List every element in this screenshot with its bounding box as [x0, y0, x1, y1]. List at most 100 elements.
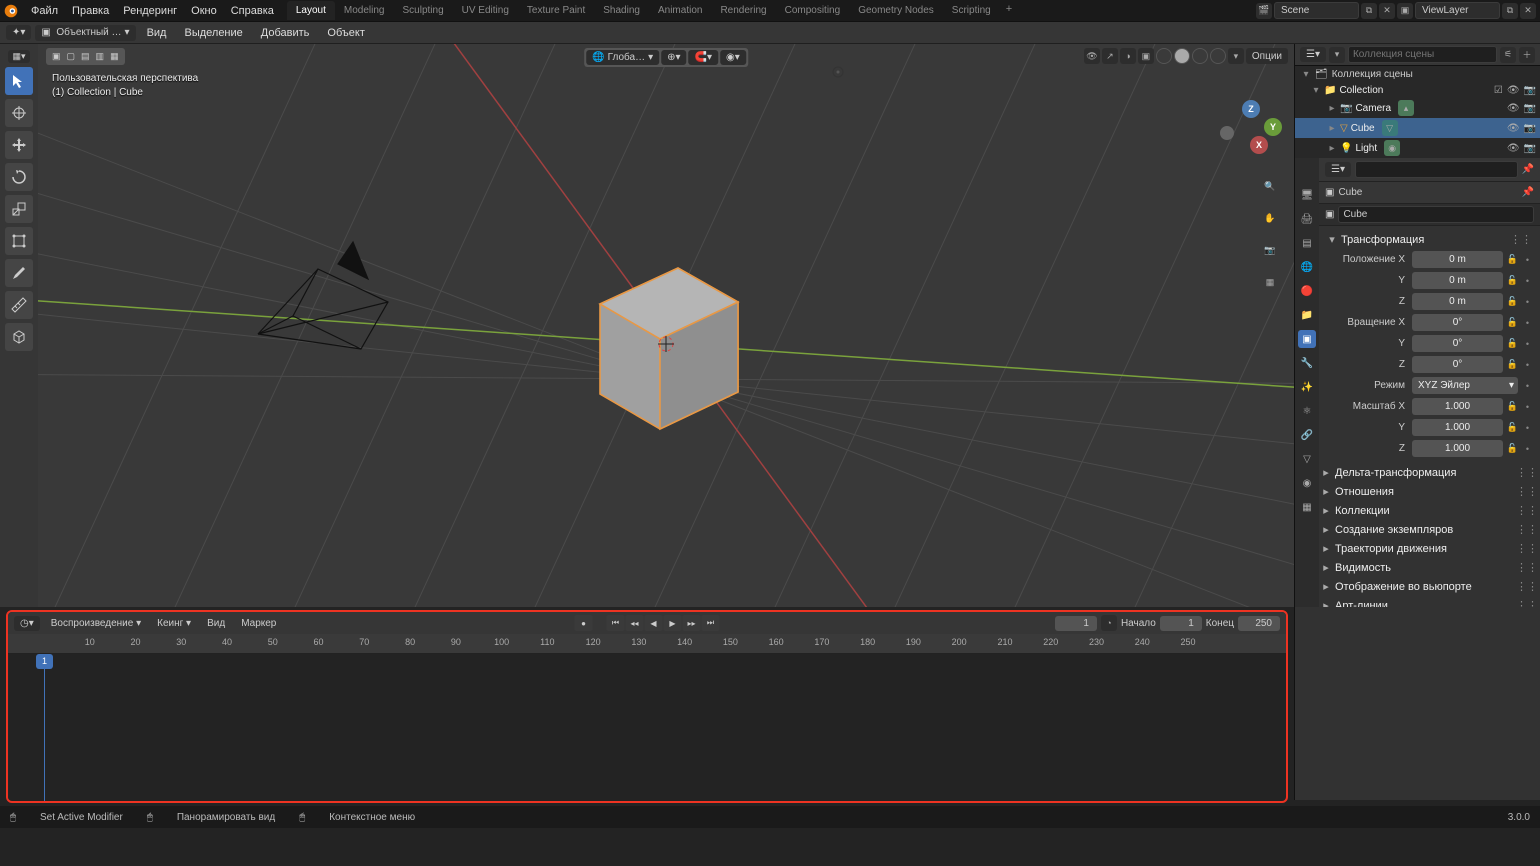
playhead[interactable]: 1 — [44, 654, 45, 801]
next-key-button[interactable]: ▸▸ — [683, 615, 701, 631]
collection-row[interactable]: ▾📁 Collection ☑👁📷 — [1295, 83, 1540, 98]
section-instancing[interactable]: ▸Создание экземпляров⋮⋮ — [1319, 520, 1540, 539]
tl-playback[interactable]: Воспроизведение ▾ — [46, 616, 146, 631]
ptab-scene[interactable]: 🌐 — [1298, 258, 1316, 276]
ptab-particle[interactable]: ✨ — [1298, 378, 1316, 396]
section-visibility[interactable]: ▸Видимость⋮⋮ — [1319, 558, 1540, 577]
viewlayer-new-icon[interactable]: ⧉ — [1502, 3, 1518, 19]
section-collections[interactable]: ▸Коллекции⋮⋮ — [1319, 501, 1540, 520]
menu-file[interactable]: Файл — [24, 2, 65, 20]
ptab-world[interactable]: 🔴 — [1298, 282, 1316, 300]
axis-x-icon[interactable]: X — [1250, 136, 1268, 154]
jump-end-button[interactable]: ⏭ — [702, 615, 720, 631]
section-delta[interactable]: ▸Дельта-трансформация⋮⋮ — [1319, 463, 1540, 482]
menu-render[interactable]: Рендеринг — [116, 2, 184, 20]
hdr-select[interactable]: Выделение — [177, 24, 249, 42]
scene-name-field[interactable]: Scene — [1274, 2, 1359, 19]
lock-icon[interactable]: 🔓 — [1506, 253, 1519, 266]
props-type-dropdown[interactable]: ☰▾ — [1325, 162, 1351, 177]
tl-view[interactable]: Вид — [202, 616, 230, 631]
light-data-icon[interactable]: ◉ — [1384, 140, 1400, 156]
mode-dropdown[interactable]: ▣Объектный … ▾ — [35, 25, 135, 41]
ptab-collection[interactable]: 📁 — [1298, 306, 1316, 324]
ptab-output[interactable]: 🖨 — [1298, 210, 1316, 228]
hdr-view[interactable]: Вид — [140, 24, 174, 42]
tl-keying[interactable]: Кеинг ▾ — [152, 616, 196, 631]
options-dropdown[interactable]: Опции — [1246, 48, 1288, 64]
menu-help[interactable]: Справка — [224, 2, 281, 20]
select-sub-icon[interactable]: ▤ — [81, 51, 90, 62]
section-motion[interactable]: ▸Траектории движения⋮⋮ — [1319, 539, 1540, 558]
new-collection-icon[interactable]: ＋ — [1519, 47, 1535, 63]
shade-dropdown-icon[interactable]: ▾ — [1228, 48, 1244, 64]
gizmo-toggle-icon[interactable]: ↗ — [1102, 48, 1118, 64]
tool-move[interactable] — [5, 131, 33, 159]
rot-x-field[interactable]: 0° — [1412, 314, 1503, 331]
outliner-item-camera[interactable]: ▸📷 Camera ▴ 👁📷 — [1295, 98, 1540, 118]
3d-viewport[interactable]: ▣ ▢ ▤ ▥ ▦ 🌐 Глоба… ▾ ⊕▾ 🧲▾ ◉▾ 👁 ↗ ◑ ▣ ▾ … — [38, 44, 1294, 607]
jump-start-button[interactable]: ⏮ — [607, 615, 625, 631]
loc-y-field[interactable]: 0 m — [1412, 272, 1503, 289]
scene-new-icon[interactable]: ⧉ — [1361, 3, 1377, 19]
snap-dropdown[interactable]: 🧲▾ — [689, 50, 718, 65]
viewlayer-del-icon[interactable]: ✕ — [1520, 3, 1536, 19]
ptab-render[interactable]: 🖥 — [1298, 186, 1316, 204]
orientation-gizmo[interactable]: Z Y X — [1220, 100, 1282, 162]
timeline-ruler[interactable]: 1020304050607080901001101201301401501601… — [8, 634, 1286, 654]
select-extend-icon[interactable]: ▢ — [67, 51, 76, 62]
pin-icon[interactable]: 📌 — [1522, 164, 1534, 175]
tab-modeling[interactable]: Modeling — [335, 1, 394, 20]
axis-z-icon[interactable]: Z — [1242, 100, 1260, 118]
scene-browse-icon[interactable]: 🎬 — [1256, 3, 1272, 19]
proportional-dropdown[interactable]: ◉▾ — [720, 50, 746, 65]
pan-icon[interactable]: ✋ — [1260, 208, 1280, 228]
viewlayer-icon[interactable]: ▣ — [1397, 3, 1413, 19]
tool-select[interactable] — [5, 67, 33, 95]
tab-layout[interactable]: Layout — [287, 1, 335, 20]
menu-window[interactable]: Окно — [184, 2, 224, 20]
viewlayer-field[interactable]: ViewLayer — [1415, 2, 1500, 19]
rot-mode-dropdown[interactable]: XYZ Эйлер ▾ — [1412, 377, 1518, 394]
prev-key-button[interactable]: ◂◂ — [626, 615, 644, 631]
ptab-modifier[interactable]: 🔧 — [1298, 354, 1316, 372]
outliner-item-cube[interactable]: ▸▽ Cube ▽ 👁📷 — [1295, 118, 1540, 138]
menu-edit[interactable]: Правка — [65, 2, 116, 20]
start-frame-field[interactable]: 1 — [1160, 616, 1202, 631]
ptab-constraint[interactable]: 🔗 — [1298, 426, 1316, 444]
select-mode-dropdown[interactable]: ▦▾ — [8, 50, 29, 63]
scale-y-field[interactable]: 1.000 — [1412, 419, 1503, 436]
section-relations[interactable]: ▸Отношения⋮⋮ — [1319, 482, 1540, 501]
camera-view-icon[interactable]: 📷 — [1260, 240, 1280, 260]
axis-y-icon[interactable]: Y — [1264, 118, 1282, 136]
pivot-dropdown[interactable]: ⊕▾ — [661, 50, 686, 65]
outliner-search-input[interactable] — [1348, 46, 1497, 63]
hdr-add[interactable]: Добавить — [254, 24, 317, 42]
tab-sculpting[interactable]: Sculpting — [394, 1, 453, 20]
view-selectable-icon[interactable]: 👁 — [1084, 48, 1100, 64]
select-inv-icon[interactable]: ▥ — [96, 51, 105, 62]
shade-wire-icon[interactable] — [1156, 48, 1172, 64]
orientation-dropdown[interactable]: 🌐 Глоба… ▾ — [586, 50, 659, 65]
ptab-object[interactable]: ▣ — [1298, 330, 1316, 348]
outliner-type-dropdown[interactable]: ☰▾ — [1300, 47, 1326, 62]
scene-collection-row[interactable]: ▾🗂 Коллекция сцены — [1295, 66, 1540, 83]
scale-x-field[interactable]: 1.000 — [1412, 398, 1503, 415]
props-search-input[interactable] — [1355, 161, 1518, 178]
loc-x-field[interactable]: 0 m — [1412, 251, 1503, 268]
tab-texpaint[interactable]: Texture Paint — [518, 1, 594, 20]
pin2-icon[interactable]: 📌 — [1522, 187, 1534, 198]
tool-scale[interactable] — [5, 195, 33, 223]
rot-z-field[interactable]: 0° — [1412, 356, 1503, 373]
obj-name-field[interactable] — [1338, 206, 1534, 223]
hdr-object[interactable]: Объект — [320, 24, 371, 42]
tab-uvediting[interactable]: UV Editing — [453, 1, 518, 20]
editor-type-dropdown[interactable]: ✦▾ — [6, 25, 31, 40]
loc-z-field[interactable]: 0 m — [1412, 293, 1503, 310]
camera-data-icon[interactable]: ▴ — [1398, 100, 1414, 116]
zoom-icon[interactable]: 🔍 — [1260, 176, 1280, 196]
tab-animation[interactable]: Animation — [649, 1, 711, 20]
filter-icon[interactable]: ⚟ — [1500, 47, 1516, 63]
perspective-icon[interactable]: ▦ — [1260, 272, 1280, 292]
timeline-type-dropdown[interactable]: ◷▾ — [14, 616, 40, 631]
play-rev-button[interactable]: ◀ — [645, 615, 663, 631]
